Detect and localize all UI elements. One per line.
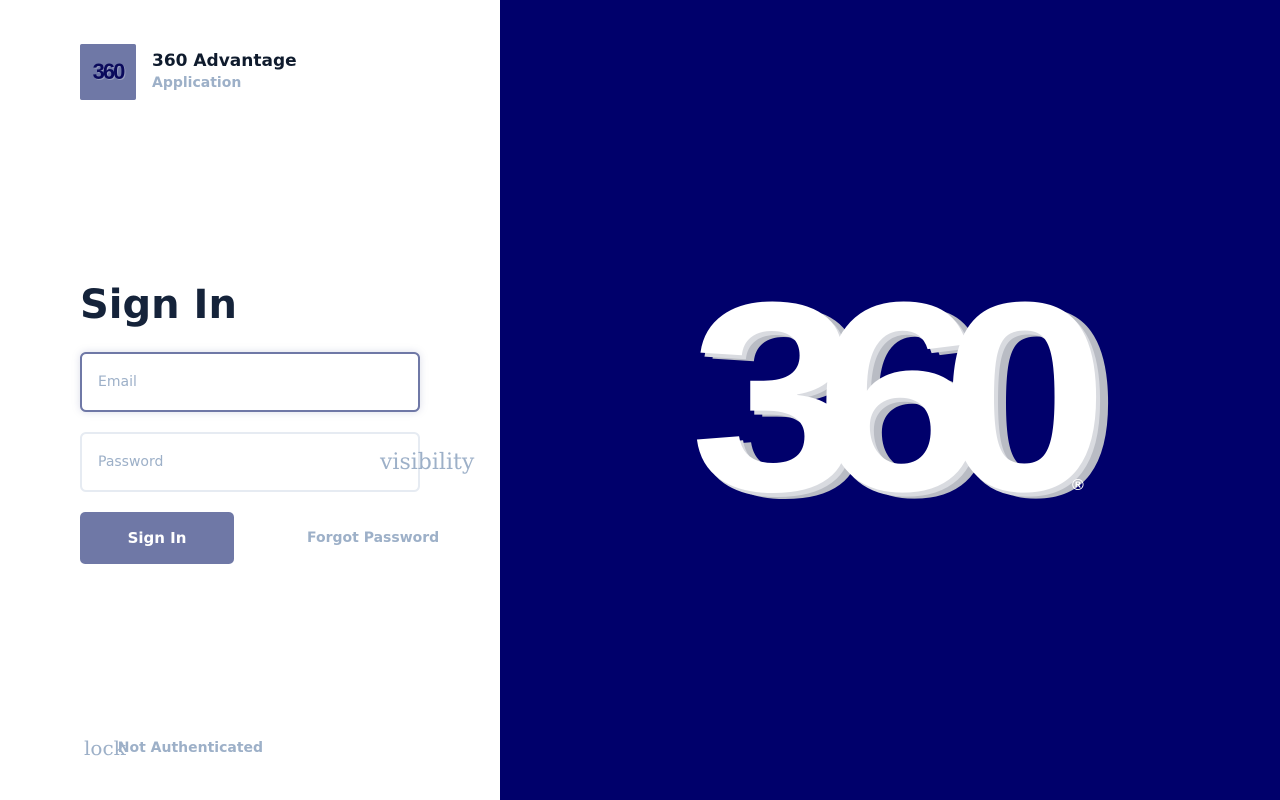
registered-mark: ® — [1072, 477, 1084, 494]
auth-status-label: Not Authenticated — [117, 740, 264, 756]
app-title: 360 Advantage — [152, 51, 297, 71]
forgot-password-link[interactable]: Forgot Password — [307, 530, 439, 546]
hero-logo-text: 360 — [690, 247, 1096, 548]
sign-in-button[interactable]: Sign In — [80, 512, 234, 564]
email-input[interactable] — [82, 354, 418, 410]
brand-logo-text: 360 — [92, 59, 126, 84]
page-title: Sign In — [80, 282, 237, 328]
hero-logo-graphic: 360 360 360 ® — [690, 247, 1146, 554]
brand-text: 360 Advantage Application — [152, 50, 297, 94]
sign-in-panel: 360 360 Advantage Application Sign In vi… — [0, 0, 500, 800]
brand-header: 360 360 Advantage Application — [80, 44, 297, 100]
visibility-icon[interactable]: visibility — [380, 450, 474, 475]
password-input[interactable] — [82, 434, 418, 490]
brand-hero-panel: 360 360 360 ® — [500, 0, 1280, 800]
auth-status: lock Not Authenticated — [84, 736, 263, 760]
password-field[interactable]: visibility — [80, 432, 474, 492]
brand-logo: 360 — [80, 44, 136, 100]
app-subtitle: Application — [152, 75, 242, 91]
email-field[interactable] — [80, 352, 420, 412]
hero-logo: 360 360 360 ® — [690, 247, 1146, 554]
